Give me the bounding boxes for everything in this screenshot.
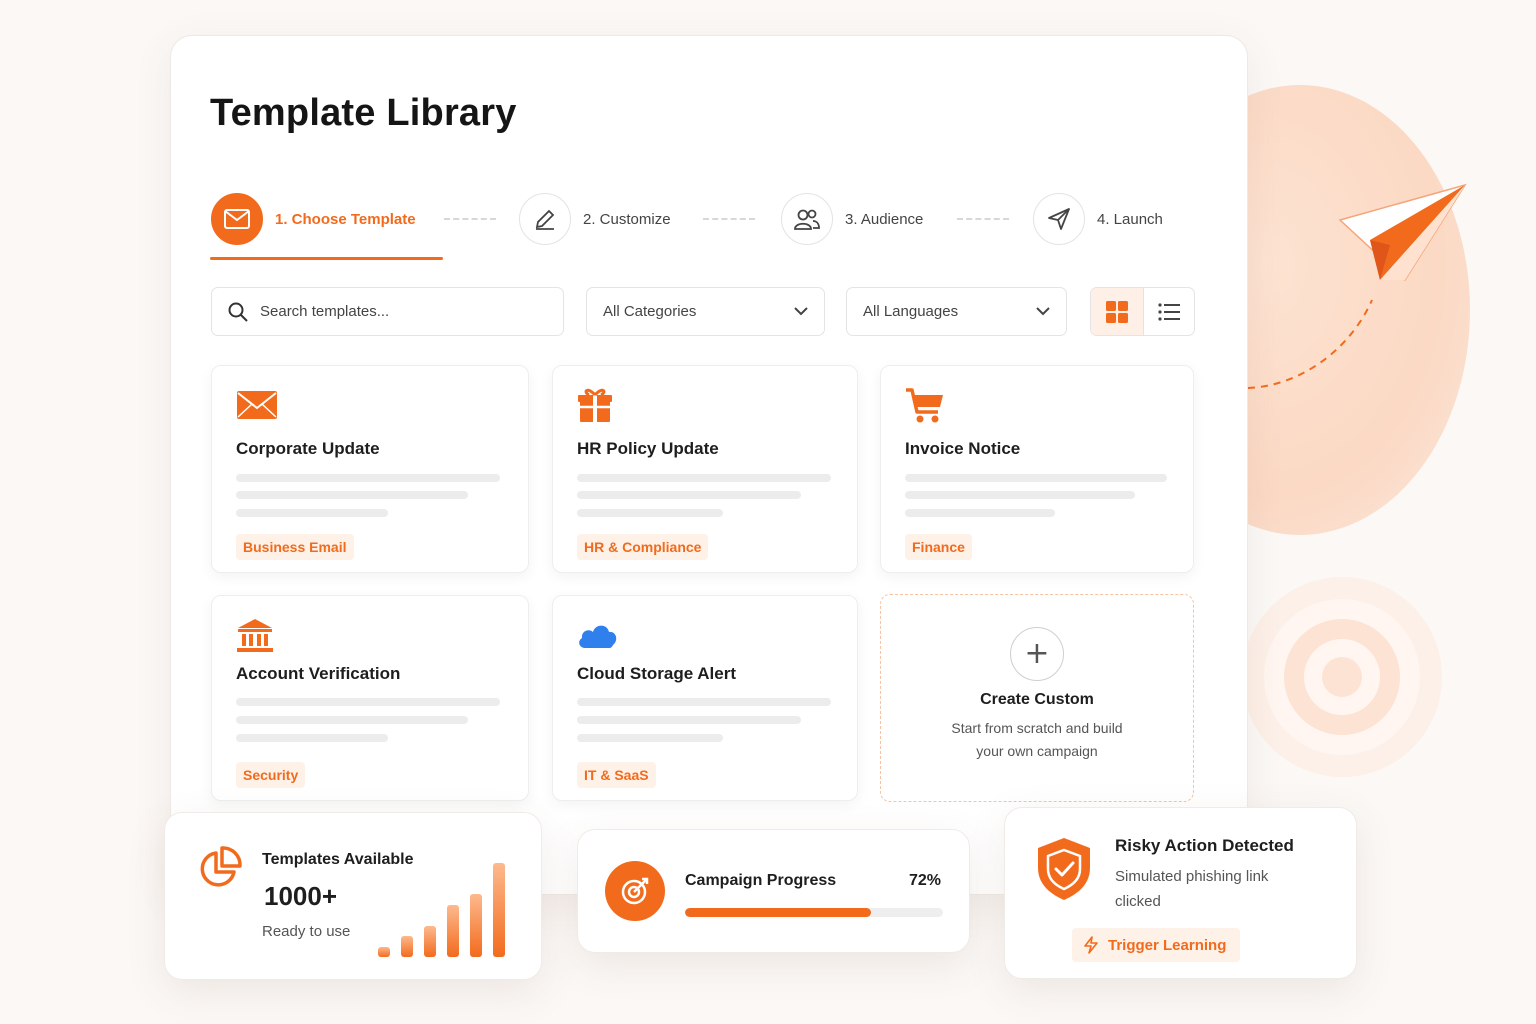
stat-value: 1000+ — [264, 881, 338, 911]
target-decoration-icon — [1242, 577, 1442, 777]
cart-icon — [906, 388, 943, 423]
stat-title: Templates Available — [262, 851, 414, 868]
step-label: 3. Audience — [845, 210, 924, 228]
users-icon — [781, 193, 833, 245]
paper-plane-icon — [1033, 193, 1085, 245]
step-label: 4. Launch — [1097, 210, 1163, 228]
mini-bar — [493, 863, 505, 957]
category-tag: IT & SaaS — [577, 762, 656, 788]
active-step-underline — [210, 257, 443, 260]
placeholder-line — [236, 716, 468, 724]
list-icon — [1158, 302, 1180, 321]
step-choose-template[interactable]: 1. Choose Template — [211, 193, 416, 245]
mini-bar — [401, 936, 413, 957]
lightning-icon — [1084, 936, 1098, 954]
step-audience[interactable]: 3. Audience — [781, 193, 923, 245]
language-select-value: All Languages — [863, 303, 959, 320]
placeholder-line — [236, 734, 388, 742]
grid-view-button[interactable] — [1091, 288, 1143, 335]
category-select[interactable]: All Categories — [586, 287, 825, 336]
mini-bar — [447, 905, 459, 957]
search-input[interactable]: Search templates... — [211, 287, 564, 336]
view-toggle — [1090, 287, 1195, 336]
mini-bar — [424, 926, 436, 957]
placeholder-line — [905, 509, 1055, 517]
language-select[interactable]: All Languages — [846, 287, 1067, 336]
category-select-value: All Categories — [603, 303, 697, 320]
step-label: 2. Customize — [583, 210, 671, 228]
template-name: Account Verification — [236, 664, 401, 683]
envelope-icon — [237, 391, 277, 419]
templates-available-card: Templates Available 1000+ Ready to use — [164, 812, 542, 980]
gift-icon — [578, 388, 612, 422]
placeholder-line — [236, 491, 468, 499]
step-launch[interactable]: 4. Launch — [1033, 193, 1163, 245]
step-label: 1. Choose Template — [275, 210, 416, 228]
mini-bar — [470, 894, 482, 957]
placeholder-line — [577, 491, 801, 499]
cloud-icon — [579, 625, 617, 648]
placeholder-line — [905, 491, 1135, 499]
progress-bar — [685, 908, 943, 917]
placeholder-line — [236, 474, 500, 482]
category-tag: Finance — [905, 534, 972, 560]
step-separator — [957, 218, 1009, 220]
category-tag: HR & Compliance — [577, 534, 709, 560]
campaign-progress-card: Campaign Progress 72% — [577, 829, 970, 953]
template-name: Invoice Notice — [905, 439, 1021, 458]
placeholder-line — [577, 509, 723, 517]
chevron-down-icon — [1036, 307, 1050, 316]
paper-plane-decoration-icon — [1247, 183, 1467, 389]
create-custom-card[interactable]: + Create Custom Start from scratch and b… — [880, 594, 1194, 802]
plus-icon: + — [1010, 627, 1064, 681]
placeholder-line — [236, 509, 388, 517]
template-card-account-verification[interactable]: Account Verification Security — [211, 595, 529, 801]
mini-bar — [378, 947, 390, 957]
template-card-hr-policy-update[interactable]: HR Policy Update HR & Compliance — [552, 365, 858, 573]
bank-icon — [237, 619, 273, 652]
category-tag: Business Email — [236, 534, 354, 560]
shield-check-icon — [1038, 838, 1090, 900]
template-card-cloud-storage-alert[interactable]: Cloud Storage Alert IT & SaaS — [552, 595, 858, 801]
chevron-down-icon — [794, 307, 808, 316]
placeholder-line — [577, 474, 831, 482]
template-name: Cloud Storage Alert — [577, 664, 736, 683]
search-placeholder: Search templates... — [260, 303, 390, 320]
step-separator — [703, 218, 755, 220]
page-title: Template Library — [210, 92, 517, 134]
placeholder-line — [577, 734, 723, 742]
placeholder-line — [577, 698, 831, 706]
list-view-button[interactable] — [1142, 288, 1195, 335]
risk-title: Risky Action Detected — [1115, 836, 1294, 855]
progress-title: Campaign Progress — [685, 872, 837, 889]
trigger-learning-button[interactable]: Trigger Learning — [1072, 928, 1241, 962]
grid-icon — [1105, 300, 1128, 323]
step-separator — [444, 218, 496, 220]
stat-subtitle: Ready to use — [262, 923, 351, 940]
progress-bar-fill — [685, 908, 871, 917]
search-icon — [228, 302, 248, 322]
template-card-corporate-update[interactable]: Corporate Update Business Email — [211, 365, 529, 573]
trigger-learning-label: Trigger Learning — [1108, 936, 1227, 954]
placeholder-line — [236, 698, 500, 706]
step-customize[interactable]: 2. Customize — [519, 193, 671, 245]
placeholder-line — [577, 716, 801, 724]
template-name: HR Policy Update — [577, 439, 719, 458]
target-icon — [605, 861, 665, 921]
pie-chart-icon — [200, 846, 242, 887]
risky-action-card: Risky Action Detected Simulated phishing… — [1004, 807, 1357, 979]
category-tag: Security — [236, 762, 306, 788]
template-name: Corporate Update — [236, 439, 380, 458]
create-custom-title: Create Custom — [980, 691, 1094, 708]
placeholder-line — [905, 474, 1167, 482]
create-custom-description: Start from scratch and build your own ca… — [951, 720, 1123, 759]
progress-percent: 72% — [908, 872, 941, 889]
pencil-icon — [519, 193, 571, 245]
risk-description: Simulated phishing link clicked — [1115, 868, 1269, 910]
template-card-invoice-notice[interactable]: Invoice Notice Finance — [880, 365, 1194, 573]
envelope-icon — [211, 193, 263, 245]
